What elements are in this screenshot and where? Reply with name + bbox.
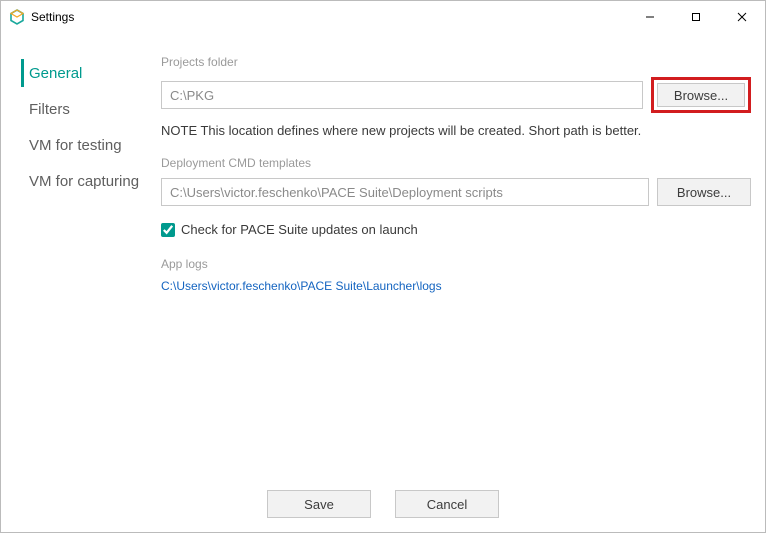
- browse-deployment-button[interactable]: Browse...: [657, 178, 751, 206]
- minimize-button[interactable]: [627, 1, 673, 33]
- deployment-templates-input[interactable]: [161, 178, 649, 206]
- app-logs-label: App logs: [161, 257, 751, 271]
- projects-folder-input[interactable]: [161, 81, 643, 109]
- footer: Save Cancel: [1, 476, 765, 532]
- save-button[interactable]: Save: [267, 490, 371, 518]
- sidebar-item-vm-capturing[interactable]: VM for capturing: [1, 163, 161, 199]
- check-updates-row[interactable]: Check for PACE Suite updates on launch: [161, 222, 751, 237]
- projects-folder-note: NOTE This location defines where new pro…: [161, 123, 751, 138]
- window-title: Settings: [31, 10, 74, 24]
- browse-projects-button[interactable]: Browse...: [657, 83, 745, 107]
- maximize-button[interactable]: [673, 1, 719, 33]
- sidebar-item-general[interactable]: General: [1, 55, 161, 91]
- check-updates-label: Check for PACE Suite updates on launch: [181, 222, 418, 237]
- app-icon: [9, 9, 25, 25]
- app-logs-link[interactable]: C:\Users\victor.feschenko\PACE Suite\Lau…: [161, 279, 751, 293]
- deployment-templates-label: Deployment CMD templates: [161, 156, 751, 170]
- close-button[interactable]: [719, 1, 765, 33]
- sidebar-item-label: VM for capturing: [29, 173, 139, 190]
- sidebar-item-vm-testing[interactable]: VM for testing: [1, 127, 161, 163]
- sidebar-item-label: VM for testing: [29, 137, 122, 154]
- sidebar-item-filters[interactable]: Filters: [1, 91, 161, 127]
- main-panel: Projects folder Browse... NOTE This loca…: [161, 33, 765, 476]
- projects-folder-label: Projects folder: [161, 55, 751, 69]
- sidebar-item-label: Filters: [29, 101, 70, 118]
- titlebar: Settings: [1, 1, 765, 33]
- cancel-button[interactable]: Cancel: [395, 490, 499, 518]
- check-updates-checkbox[interactable]: [161, 223, 175, 237]
- browse-projects-highlight: Browse...: [651, 77, 751, 113]
- window-controls: [627, 1, 765, 33]
- sidebar-item-label: General: [29, 65, 82, 82]
- sidebar: General Filters VM for testing VM for ca…: [1, 33, 161, 476]
